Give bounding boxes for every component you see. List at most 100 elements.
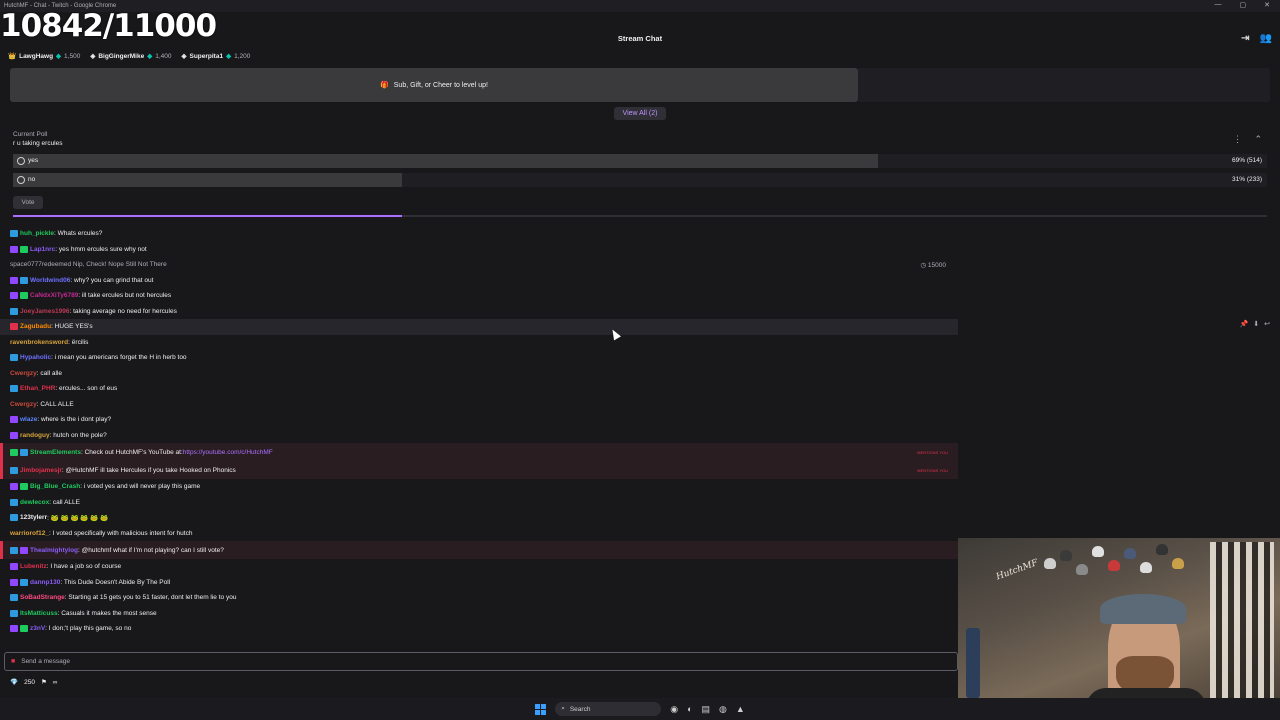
pin-icon[interactable]: ⬇ — [1253, 320, 1259, 328]
redeem-message[interactable]: space0777 redeemed Nip, Check! Nope Stil… — [0, 257, 958, 273]
badge-icon[interactable] — [10, 307, 18, 315]
chat-username[interactable]: ravenbrokensword — [10, 339, 68, 346]
chat-message[interactable]: JoeyJames1996: taking average no need fo… — [0, 304, 958, 320]
chat-message[interactable]: Hypaholic: i mean you americans forget t… — [0, 350, 958, 366]
channel-points[interactable]: 💎 250 ⚑ ∞ — [10, 678, 57, 687]
chat-username[interactable]: Ethan_PHR — [20, 385, 55, 392]
chevron-up-icon[interactable]: ⌃ — [1254, 134, 1262, 145]
view-all-button[interactable]: View All (2) — [614, 107, 666, 120]
chat-username[interactable]: Lubenitz — [20, 563, 47, 570]
badge-icon[interactable] — [10, 448, 18, 456]
badge-icon[interactable] — [10, 514, 18, 522]
chat-username[interactable]: randoguy — [20, 432, 50, 439]
pin-icon[interactable]: 📌 — [1240, 320, 1249, 328]
chat-username[interactable]: ItsMatticuss — [20, 610, 58, 617]
badge-icon[interactable] — [20, 578, 28, 586]
badge-icon[interactable] — [10, 498, 18, 506]
badge-icon[interactable] — [20, 483, 28, 491]
poll-option-yes[interactable]: yes 69% (514) — [13, 154, 1267, 168]
chat-message[interactable]: 123tylerr: 🐸 🐸 🐸 🐸 🐸 🐸 — [0, 510, 958, 526]
chat-message[interactable]: Big_Blue_Crash: i voted yes and will nev… — [0, 479, 958, 495]
radio-icon[interactable] — [17, 176, 25, 184]
chat-username[interactable]: Lap1nrc — [30, 246, 55, 253]
app-icon[interactable]: ▲ — [736, 704, 745, 714]
badge-icon[interactable] — [10, 546, 18, 554]
chat-message[interactable]: StreamElements: Check out HutchMF's YouT… — [0, 443, 958, 461]
close-icon[interactable]: ✕ — [1264, 1, 1270, 9]
chat-message[interactable]: ItsMatticuss: Casuals it makes the most … — [0, 606, 958, 622]
level-up-banner[interactable]: 🎁 Sub, Gift, or Cheer to level up! — [10, 68, 858, 102]
leaderboard-entry[interactable]: 👑 LawgHawg ◆ 1,500 — [8, 52, 80, 61]
chat-message[interactable]: Jimbojamesjr: @HutchMF ill take Hercules… — [0, 461, 958, 479]
maximize-icon[interactable]: ▢ — [1240, 1, 1247, 9]
chat-username[interactable]: huh_pickle — [20, 230, 54, 237]
badge-icon[interactable] — [10, 230, 18, 238]
badge-icon[interactable] — [20, 625, 28, 633]
badge-icon[interactable] — [10, 578, 18, 586]
cheer-icon[interactable]: ⚑ — [41, 678, 47, 686]
badge-icon[interactable] — [10, 625, 18, 633]
badge-icon[interactable] — [10, 563, 18, 571]
badge-icon[interactable] — [10, 292, 18, 300]
chat-username[interactable]: Hypaholic — [20, 354, 51, 361]
badge-icon[interactable] — [20, 292, 28, 300]
poll-option-no[interactable]: no 31% (233) — [13, 173, 1267, 187]
chat-message[interactable]: Worldwind06: why? you can grind that out — [0, 273, 958, 289]
chat-message[interactable]: huh_pickle: Whats ercules? — [0, 226, 958, 242]
reply-icon[interactable]: ↩ — [1264, 320, 1270, 328]
chat-message[interactable]: Lap1nrc: yes hmm ercules sure why not — [0, 242, 958, 258]
badge-icon[interactable] — [10, 466, 18, 474]
steam-icon[interactable]: ◐ — [687, 704, 692, 714]
badge-icon[interactable] — [20, 245, 28, 253]
chat-message[interactable]: randoguy: hutch on the pole? — [0, 428, 958, 444]
more-options-icon[interactable]: ⋮ — [1233, 134, 1242, 145]
chat-message[interactable]: Cwergzy: call alle — [0, 366, 958, 382]
chat-message[interactable]: Lubenitz: I have a job so of course — [0, 559, 958, 575]
chat-input[interactable]: ■ Send a message — [4, 652, 958, 671]
badge-icon[interactable] — [10, 323, 18, 331]
chat-message[interactable]: dewlecox: call ALLE — [0, 495, 958, 511]
chat-username[interactable]: warriorof12_ — [10, 530, 49, 537]
chat-username[interactable]: dewlecox — [20, 499, 49, 506]
chat-username[interactable]: wlaze — [20, 416, 37, 423]
chat-message[interactable]: warriorof12_: I voted specifically with … — [0, 526, 958, 542]
chat-username[interactable]: Thealmightylog — [30, 547, 78, 554]
badge-icon[interactable] — [20, 276, 28, 284]
chat-message[interactable]: Thealmightylog: @hutchmf what if I'm not… — [0, 541, 958, 559]
chat-message[interactable]: CaNdxXiTy6789: ill take ercules but not … — [0, 288, 958, 304]
chrome-icon[interactable]: ◉ — [670, 704, 678, 715]
radio-icon[interactable] — [17, 157, 25, 165]
windows-start-icon[interactable] — [535, 703, 547, 715]
chat-message[interactable]: z3nV: I don;'t play this game, so no — [0, 621, 958, 637]
chat-username[interactable]: StreamElements — [30, 449, 81, 456]
file-icon[interactable]: ▤ — [702, 704, 711, 715]
badge-icon[interactable] — [10, 483, 18, 491]
redeem-user[interactable]: space0777 — [10, 261, 42, 268]
chat-message[interactable]: Ethan_PHR: ercules... son of eus — [0, 381, 958, 397]
chat-username[interactable]: Cwergzy — [10, 370, 37, 377]
chat-link[interactable]: https://youtube.com/c/HutchMF — [183, 449, 273, 456]
chat-message[interactable]: SoBadStrange: Starting at 15 gets you to… — [0, 590, 958, 606]
chat-username[interactable]: Big_Blue_Crash — [30, 483, 80, 490]
taskbar-search[interactable]: ⌕ Search — [555, 702, 662, 716]
collapse-icon[interactable]: ⇥ — [1241, 30, 1249, 48]
chat-username[interactable]: Worldwind06 — [30, 277, 70, 284]
chat-message[interactable]: ravenbrokensword: ërcilis — [0, 335, 958, 351]
badge-icon[interactable] — [10, 276, 18, 284]
badge-icon[interactable] — [10, 385, 18, 393]
chat-username[interactable]: Zagubadu — [20, 323, 51, 330]
chat-username[interactable]: dannp130 — [30, 579, 60, 586]
badge-icon[interactable] — [10, 594, 18, 602]
badge-icon[interactable] — [10, 354, 18, 362]
badge-icon[interactable] — [10, 431, 18, 439]
chat-username[interactable]: SoBadStrange — [20, 594, 65, 601]
chat-message[interactable]: Cwergzy: CALL ALLE — [0, 397, 958, 413]
minimize-icon[interactable]: — — [1215, 1, 1222, 9]
chat-username[interactable]: JoeyJames1996 — [20, 308, 70, 315]
chat-username[interactable]: 123tylerr — [20, 514, 47, 521]
badge-icon[interactable] — [10, 416, 18, 424]
chat-message[interactable]: dannp130: This Dude Doesn't Abide By The… — [0, 575, 958, 591]
users-icon[interactable]: 👥 — [1260, 30, 1272, 48]
chat-username[interactable]: z3nV — [30, 625, 45, 632]
discord-icon[interactable]: ◍ — [719, 704, 727, 715]
